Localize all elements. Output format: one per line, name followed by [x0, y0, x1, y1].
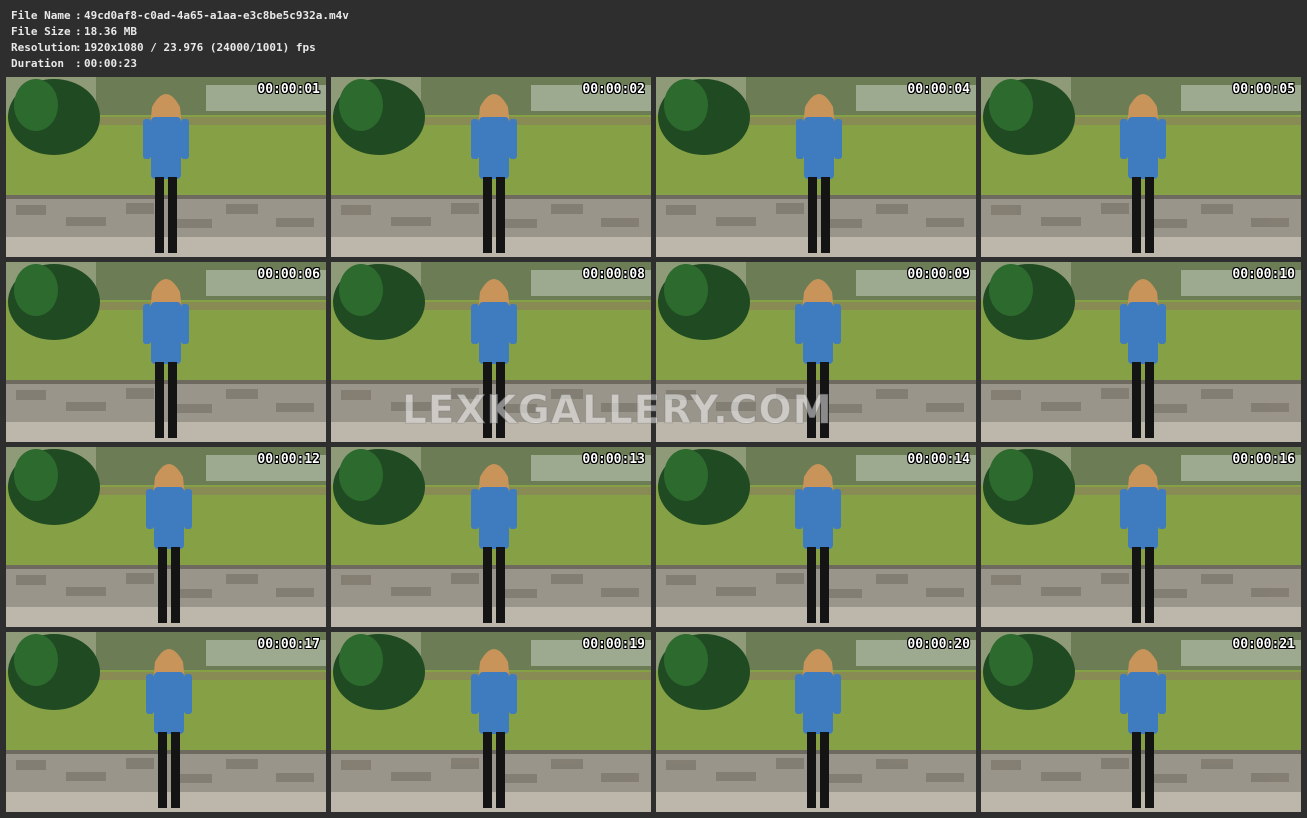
frame-image [656, 262, 976, 442]
file-name-row: File Name : 49cd0af8-c0ad-4a65-a1aa-e3c8… [11, 8, 349, 24]
frame-image [331, 447, 651, 627]
thumbnail-timestamp: 00:00:21 [1232, 637, 1295, 652]
thumbnail-timestamp: 00:00:12 [257, 452, 320, 467]
frame-image [656, 77, 976, 257]
file-name-value: 49cd0af8-c0ad-4a65-a1aa-e3c8be5c932a.m4v [84, 9, 349, 22]
thumbnail-timestamp: 00:00:10 [1232, 267, 1295, 282]
video-thumbnail[interactable]: 00:00:14 [656, 447, 976, 627]
thumbnail-timestamp: 00:00:01 [257, 82, 320, 97]
file-size-row: File Size : 18.36 MB [11, 24, 349, 40]
video-thumbnail[interactable]: 00:00:21 [981, 632, 1301, 812]
video-thumbnail[interactable]: 00:00:17 [6, 632, 326, 812]
video-thumbnail[interactable]: 00:00:02 [331, 77, 651, 257]
video-thumbnail[interactable]: 00:00:05 [981, 77, 1301, 257]
video-thumbnail[interactable]: 00:00:04 [656, 77, 976, 257]
video-thumbnail[interactable]: 00:00:10 [981, 262, 1301, 442]
frame-image [6, 632, 326, 812]
video-thumbnail[interactable]: 00:00:06 [6, 262, 326, 442]
frame-image [331, 262, 651, 442]
thumbnail-timestamp: 00:00:20 [907, 637, 970, 652]
separator: : [75, 9, 82, 22]
frame-image [981, 262, 1301, 442]
video-thumbnail[interactable]: 00:00:13 [331, 447, 651, 627]
thumbnail-grid: 00:00:01 00:00:02 00:00:04 00:00:05 00:00:06… [6, 77, 1301, 812]
resolution-row: Resolution : 1920x1080 / 23.976 (24000/1… [11, 40, 349, 56]
frame-image [6, 77, 326, 257]
thumbnail-timestamp: 00:00:16 [1232, 452, 1295, 467]
frame-image [981, 632, 1301, 812]
frame-image [656, 447, 976, 627]
frame-image [981, 77, 1301, 257]
separator: : [75, 57, 82, 70]
thumbnail-timestamp: 00:00:14 [907, 452, 970, 467]
frame-image [656, 632, 976, 812]
duration-value: 00:00:23 [84, 57, 137, 70]
thumbnail-timestamp: 00:00:08 [582, 267, 645, 282]
file-size-value: 18.36 MB [84, 25, 137, 38]
duration-label: Duration [11, 57, 64, 70]
file-size-label: File Size [11, 25, 71, 38]
thumbnail-timestamp: 00:00:06 [257, 267, 320, 282]
video-thumbnail[interactable]: 00:00:08 [331, 262, 651, 442]
file-name-label: File Name [11, 9, 71, 22]
thumbnail-timestamp: 00:00:13 [582, 452, 645, 467]
frame-image [981, 447, 1301, 627]
file-info-header: File Name : 49cd0af8-c0ad-4a65-a1aa-e3c8… [11, 8, 349, 72]
separator: : [75, 41, 82, 54]
thumbnail-timestamp: 00:00:05 [1232, 82, 1295, 97]
thumbnail-timestamp: 00:00:02 [582, 82, 645, 97]
frame-image [6, 447, 326, 627]
thumbnail-timestamp: 00:00:04 [907, 82, 970, 97]
thumbnail-timestamp: 00:00:17 [257, 637, 320, 652]
separator: : [75, 25, 82, 38]
thumbnail-timestamp: 00:00:19 [582, 637, 645, 652]
resolution-value: 1920x1080 / 23.976 (24000/1001) fps [84, 41, 316, 54]
video-thumbnail[interactable]: 00:00:20 [656, 632, 976, 812]
frame-image [331, 632, 651, 812]
resolution-label: Resolution [11, 41, 78, 54]
duration-row: Duration : 00:00:23 [11, 56, 349, 72]
video-thumbnail[interactable]: 00:00:19 [331, 632, 651, 812]
frame-image [6, 262, 326, 442]
video-thumbnail[interactable]: 00:00:01 [6, 77, 326, 257]
video-thumbnail[interactable]: 00:00:09 [656, 262, 976, 442]
frame-image [331, 77, 651, 257]
thumbnail-timestamp: 00:00:09 [907, 267, 970, 282]
video-thumbnail[interactable]: 00:00:12 [6, 447, 326, 627]
video-thumbnail[interactable]: 00:00:16 [981, 447, 1301, 627]
